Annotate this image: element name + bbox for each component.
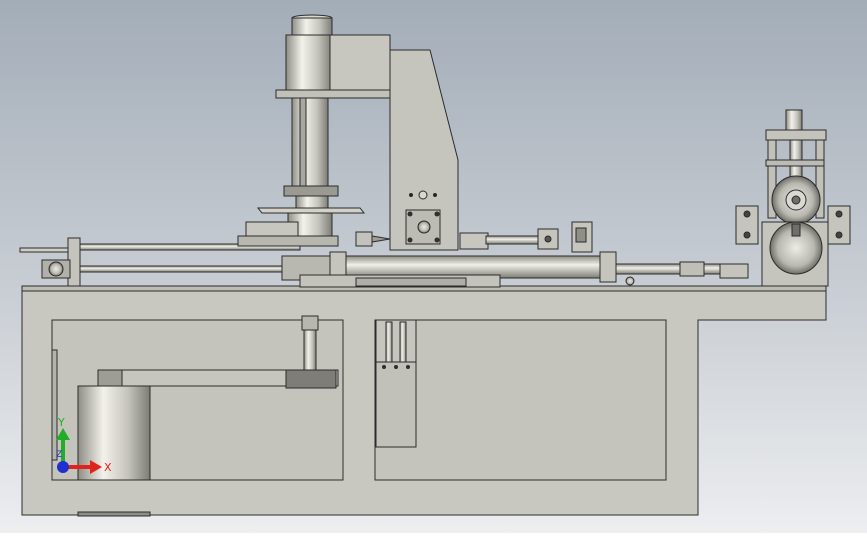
cad-viewport[interactable]: Y X Z [0,0,867,533]
y-axis-label: Y [57,416,65,429]
machine-drawing: Y X Z [0,0,867,533]
x-axis-label: X [104,461,112,474]
vertical-slide [375,319,417,448]
z-axis-label: Z [56,450,62,460]
z-axis-dot [57,461,69,473]
